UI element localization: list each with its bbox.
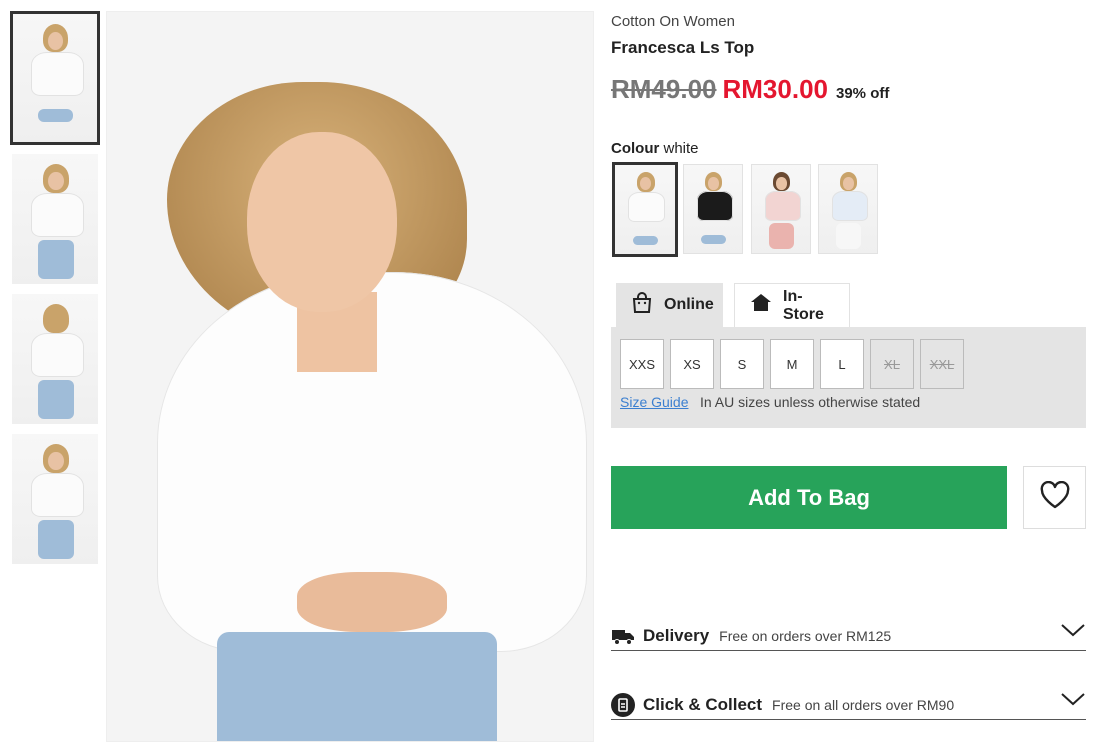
- sale-price: RM30.00: [722, 74, 829, 104]
- product-image-front: [13, 14, 97, 142]
- size-option-xxs[interactable]: XXS: [620, 339, 664, 389]
- tab-online-label: Online: [664, 296, 714, 313]
- colour-swatch-pink[interactable]: [751, 164, 811, 254]
- colour-swatch-black[interactable]: [683, 164, 743, 254]
- colour-heading: Colour: [611, 140, 660, 157]
- click-collect-subtitle: Free on all orders over RM90: [772, 696, 955, 713]
- tab-in-store-label: In-Store: [783, 287, 824, 323]
- thumbnail-4[interactable]: [12, 434, 98, 564]
- product-image-back: [12, 294, 98, 424]
- selected-colour: white: [663, 140, 699, 157]
- size-selector: XXS XS S M L XL XXL Size Guide In AU sizes unl…: [611, 327, 1086, 428]
- product-image-full: [12, 154, 98, 284]
- wishlist-button[interactable]: [1023, 466, 1086, 529]
- thumbnail-2[interactable]: [12, 154, 98, 284]
- delivery-accordion[interactable]: Delivery Free on orders over RM125: [611, 621, 1086, 651]
- size-option-xl: XL: [870, 339, 914, 389]
- heart-icon: [1039, 480, 1071, 514]
- price-row: RM49.00 RM30.00 39% off: [611, 74, 889, 105]
- product-image-detail: [12, 434, 98, 564]
- size-guide-link[interactable]: Size Guide: [620, 394, 688, 410]
- brand-name: Cotton On Women: [611, 13, 735, 30]
- chevron-down-icon: [1060, 621, 1086, 644]
- colour-label: Colour white: [611, 140, 699, 157]
- click-collect-title: Click & Collect: [643, 694, 763, 714]
- tab-in-store[interactable]: In-Store: [734, 283, 850, 327]
- chevron-down-icon: [1060, 690, 1086, 713]
- product-title: Francesca Ls Top: [611, 38, 755, 57]
- shopping-bag-icon: [630, 291, 654, 320]
- store-icon: [749, 291, 773, 320]
- delivery-title: Delivery: [643, 625, 710, 645]
- tab-online[interactable]: Online: [616, 283, 723, 327]
- thumbnail-3[interactable]: [12, 294, 98, 424]
- click-collect-icon: [611, 692, 635, 717]
- original-price: RM49.00: [611, 74, 717, 104]
- thumbnail-1[interactable]: [10, 11, 100, 145]
- delivery-subtitle: Free on orders over RM125: [719, 627, 892, 644]
- click-collect-accordion[interactable]: Click & Collect Free on all orders over …: [611, 690, 1086, 720]
- size-option-l[interactable]: L: [820, 339, 864, 389]
- size-option-m[interactable]: M: [770, 339, 814, 389]
- discount-badge: 39% off: [836, 85, 890, 102]
- add-to-bag-button[interactable]: Add To Bag: [611, 466, 1007, 529]
- size-option-xxl: XXL: [920, 339, 964, 389]
- main-product-image[interactable]: [106, 11, 594, 742]
- truck-icon: [611, 624, 635, 648]
- colour-swatch-white[interactable]: [612, 162, 678, 257]
- colour-swatch-light-blue[interactable]: [818, 164, 878, 254]
- size-option-s[interactable]: S: [720, 339, 764, 389]
- size-option-xs[interactable]: XS: [670, 339, 714, 389]
- size-note: In AU sizes unless otherwise stated: [700, 394, 921, 410]
